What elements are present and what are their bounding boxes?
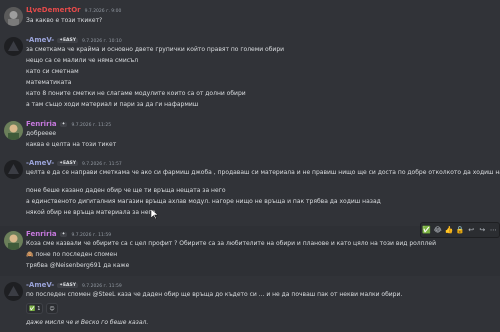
role-tag: ✦ — [59, 122, 68, 127]
message-actions-toolbar: ✅ 😂 👍 🔒 ↩ ↪ ⋯ — [420, 222, 500, 238]
message-line: като си сметнам — [26, 68, 79, 75]
avatar-image — [4, 121, 23, 140]
timestamp: 9.7.2026 г. 10:10 — [82, 39, 122, 44]
reaction-laugh-button[interactable]: 😂 — [433, 225, 443, 235]
avatar-image — [4, 37, 23, 56]
message-line: математиката — [26, 79, 72, 86]
message-line: някой обир не връща материала за него — [26, 209, 156, 216]
timestamp: 9.7.2026 г. 11:59 — [71, 233, 112, 238]
author-name[interactable]: -AmeV- ✦EASY 9.7.2026 г. 10:10 — [26, 36, 122, 44]
message-line: целта е да се направи сметкама че ако си… — [26, 169, 500, 176]
message-line: трябва @Neisenberg691 да каже — [26, 262, 129, 270]
role-tag: ✦EASY — [57, 161, 79, 166]
author-name[interactable]: -AmeV- ✦EASY 9.7.2026 г. 11:57 — [26, 159, 122, 167]
timestamp: 9.7.2026 г. 11:59 — [82, 284, 122, 289]
message-line: За какво е този ткикет? — [26, 17, 103, 24]
message-line: поне беше казано даден обир че ще ти връ… — [26, 187, 226, 194]
role-tag: ✦ — [59, 232, 68, 237]
avatar[interactable] — [4, 160, 23, 179]
cursor-icon — [151, 209, 158, 219]
reaction-count: 1 — [37, 305, 41, 312]
message-line: каква е целта на този тикет — [26, 141, 117, 148]
message-line: даже мисля че и Веско го беше казал. — [26, 319, 149, 326]
message-text: поне по последен спомен — [35, 251, 118, 258]
lock-icon[interactable]: 🔒 — [455, 225, 465, 235]
timestamp: 9.7.2026 г. 11:57 — [82, 162, 122, 167]
message-line: а там също ходи материал и пари за да ги… — [26, 101, 199, 108]
reaction-chip[interactable]: ✅ 1 — [26, 303, 44, 314]
author-label[interactable]: ЦveDemertOr — [26, 6, 81, 14]
author-label[interactable]: -AmeV- — [26, 281, 54, 289]
author-name[interactable]: ЦveDemertOr 9.7.2026 г. 9:00 — [26, 6, 121, 14]
reaction-thumbs-button[interactable]: 👍 — [444, 225, 454, 235]
timestamp: 9.7.2026 г. 11:25 — [71, 123, 112, 128]
avatar[interactable] — [4, 231, 23, 250]
more-icon[interactable]: ⋯ — [488, 225, 498, 235]
message-line: 🙈 поне по последен спомен — [26, 251, 117, 259]
author-label[interactable]: Fenriria — [26, 230, 57, 238]
emoji: 🙈 — [26, 251, 34, 258]
avatar-image — [4, 282, 23, 301]
author-label[interactable]: -AmeV- — [26, 159, 54, 167]
message-line: а единственото дигиталния магазин връща … — [26, 198, 381, 205]
smile-plus-icon: ☺ — [49, 305, 55, 312]
author-name[interactable]: -AmeV- ✦EASY 9.7.2026 г. 11:59 — [26, 281, 122, 289]
forward-icon[interactable]: ↪ — [477, 225, 487, 235]
author-name[interactable]: Fenriria ✦ 9.7.2026 г. 11:59 — [26, 230, 111, 238]
message-line: по последен спомен @SteeL каза че даден … — [26, 291, 403, 298]
message-line: добрееее — [26, 130, 57, 137]
reactions-bar: ✅ 1 ☺ — [26, 303, 58, 314]
message-line: нещо са се малили че няма смисъл — [26, 57, 139, 64]
avatar[interactable] — [4, 7, 23, 26]
role-tag: ✦EASY — [57, 283, 79, 288]
check-icon: ✅ — [29, 305, 36, 312]
reply-icon[interactable]: ↩ — [466, 225, 476, 235]
message-line: Коза сме казвали че обирите са с цел про… — [26, 240, 436, 247]
author-name[interactable]: Fenriria ✦ 9.7.2026 г. 11:25 — [26, 120, 111, 128]
add-reaction-button[interactable]: ☺ — [46, 303, 58, 314]
message-line: като 8 поните сметки не слагаме модулите… — [26, 90, 246, 97]
message-text: трябва @Neisenberg691 да каже — [26, 262, 130, 269]
message-line: за сметкама че крайма и основно двете гр… — [26, 46, 285, 53]
avatar[interactable] — [4, 121, 23, 140]
avatar[interactable] — [4, 282, 23, 301]
author-label[interactable]: -AmeV- — [26, 36, 54, 44]
role-tag: ✦EASY — [57, 38, 79, 43]
avatar[interactable] — [4, 37, 23, 56]
timestamp: 9.7.2026 г. 9:00 — [84, 9, 122, 14]
author-label[interactable]: Fenriria — [26, 120, 57, 128]
avatar-image — [4, 7, 23, 26]
avatar-image — [4, 160, 23, 179]
reaction-check-button[interactable]: ✅ — [422, 225, 432, 235]
avatar-image — [4, 231, 23, 250]
